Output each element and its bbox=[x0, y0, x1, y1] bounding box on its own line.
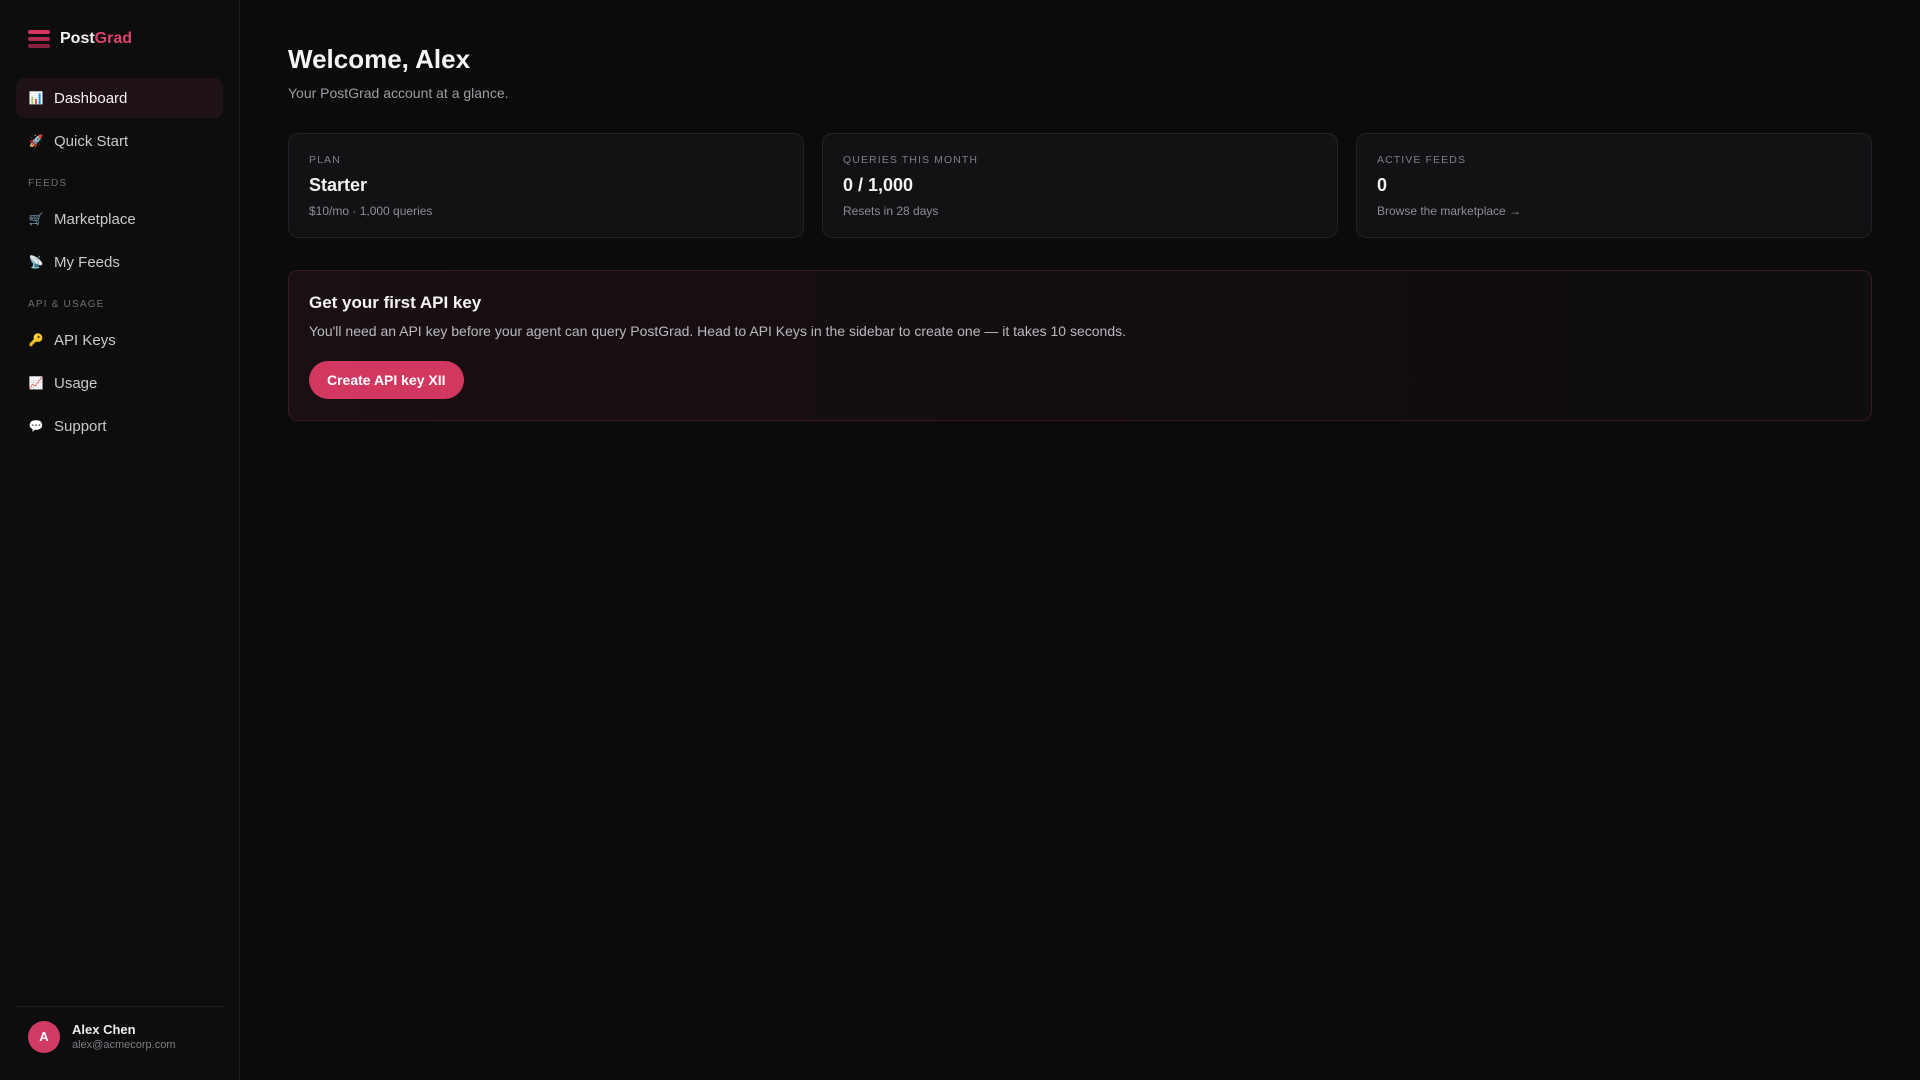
sidebar-item-support[interactable]: 💬 Support bbox=[16, 406, 223, 446]
stat-value: 0 bbox=[1377, 175, 1388, 195]
sidebar-item-dashboard[interactable]: 📊 Dashboard bbox=[16, 78, 223, 118]
create-api-key-button[interactable]: Create API key XII bbox=[309, 361, 464, 399]
brand-name: PostGrad bbox=[60, 30, 133, 47]
sidebar-item-label: Usage bbox=[54, 374, 98, 392]
stats-row: PLAN Starter $10/mo · 1,000 queries QUER… bbox=[288, 133, 1872, 238]
stat-value: Starter bbox=[309, 175, 368, 195]
user-name: Alex Chen bbox=[72, 1022, 136, 1037]
sidebar-item-label: Quick Start bbox=[54, 132, 129, 150]
user-email: alex@acmecorp.com bbox=[72, 1039, 176, 1051]
sidebar-item-my-feeds[interactable]: 📡 My Feeds bbox=[16, 242, 223, 282]
logo-icon bbox=[28, 30, 50, 48]
stat-subtext: Resets in 28 days bbox=[843, 204, 939, 218]
cart-icon: 🛒 bbox=[28, 212, 44, 226]
nav-section-feeds: FEEDS bbox=[28, 178, 68, 189]
brand-logo[interactable]: PostGrad bbox=[16, 20, 223, 58]
sidebar-item-quick-start[interactable]: 🚀 Quick Start bbox=[16, 121, 223, 161]
page-title: Welcome, Alex bbox=[288, 44, 471, 74]
chart-icon: 📊 bbox=[28, 91, 44, 105]
rocket-icon: 🚀 bbox=[28, 134, 44, 148]
sidebar-item-marketplace[interactable]: 🛒 Marketplace bbox=[16, 199, 223, 239]
app-shell: PostGrad 📊 Dashboard 🚀 Quick Start FEEDS… bbox=[0, 0, 1920, 1080]
avatar: A bbox=[28, 1020, 60, 1053]
sidebar-item-api-keys[interactable]: 🔑 API Keys bbox=[16, 320, 223, 360]
sidebar-item-label: Dashboard bbox=[54, 89, 128, 107]
callout-title: Get your first API key bbox=[309, 293, 482, 312]
user-info: Alex Chen alex@acmecorp.com bbox=[72, 1022, 175, 1051]
stat-subtext: $10/mo · 1,000 queries bbox=[309, 204, 433, 218]
sidebar-item-usage[interactable]: 📈 Usage bbox=[16, 363, 223, 403]
sidebar-item-label: My Feeds bbox=[54, 253, 120, 271]
browse-marketplace-link[interactable]: Browse the marketplace → bbox=[1377, 204, 1851, 218]
stat-label: ACTIVE FEEDS bbox=[1377, 154, 1467, 166]
page-subtitle: Your PostGrad account at a glance. bbox=[288, 85, 509, 101]
user-profile[interactable]: A Alex Chen alex@acmecorp.com bbox=[16, 1006, 223, 1066]
stat-card-queries: QUERIES THIS MONTH 0 / 1,000 Resets in 2… bbox=[822, 133, 1338, 238]
main-content: Welcome, Alex Your PostGrad account at a… bbox=[240, 0, 1920, 1080]
stat-card-active-feeds: ACTIVE FEEDS 0 Browse the marketplace → bbox=[1356, 133, 1872, 238]
satellite-icon: 📡 bbox=[28, 255, 44, 269]
sidebar-item-label: API Keys bbox=[54, 331, 116, 349]
sidebar-nav: 📊 Dashboard 🚀 Quick Start FEEDS 🛒 Market… bbox=[16, 78, 223, 449]
stat-label: QUERIES THIS MONTH bbox=[843, 154, 979, 166]
nav-section-api-usage: API & USAGE bbox=[28, 299, 105, 310]
stat-label: PLAN bbox=[309, 154, 341, 166]
sidebar-item-label: Support bbox=[54, 417, 107, 435]
callout-text: You'll need an API key before your agent… bbox=[309, 323, 1126, 339]
key-icon: 🔑 bbox=[28, 333, 44, 347]
trend-chart-icon: 📈 bbox=[28, 376, 44, 390]
stat-card-plan: PLAN Starter $10/mo · 1,000 queries bbox=[288, 133, 804, 238]
sidebar-item-label: Marketplace bbox=[54, 210, 136, 228]
api-key-callout: Get your first API key You'll need an AP… bbox=[288, 270, 1872, 421]
speech-bubble-icon: 💬 bbox=[28, 419, 44, 433]
stat-value: 0 / 1,000 bbox=[843, 175, 914, 195]
sidebar: PostGrad 📊 Dashboard 🚀 Quick Start FEEDS… bbox=[0, 0, 240, 1080]
